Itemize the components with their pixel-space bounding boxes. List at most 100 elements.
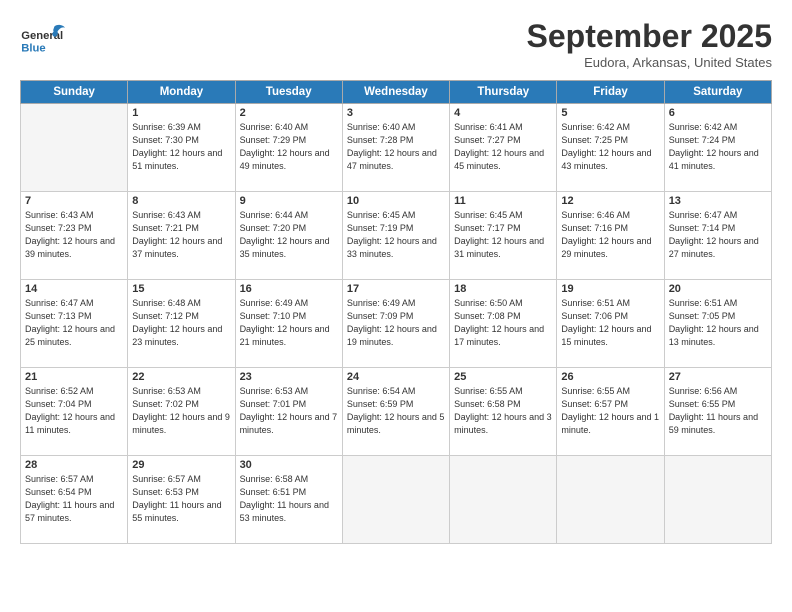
calendar-cell	[557, 456, 664, 544]
day-number: 4	[454, 107, 552, 119]
calendar-cell: 18 Sunrise: 6:50 AMSunset: 7:08 PMDayligh…	[450, 280, 557, 368]
day-number: 18	[454, 283, 552, 295]
daylight-label: Daylight: 12 hours and 49 minutes.	[240, 148, 330, 171]
day-info: Sunrise: 6:49 AMSunset: 7:10 PMDaylight:…	[240, 297, 338, 349]
sunset-text: Sunset: 7:27 PM	[454, 135, 521, 145]
daylight-label: Daylight: 12 hours and 35 minutes.	[240, 236, 330, 259]
calendar-cell: 4Sunrise: 6:41 AMSunset: 7:27 PMDaylight…	[450, 104, 557, 192]
daylight-label: Daylight: 12 hours and 9 minutes.	[132, 412, 230, 435]
day-info: Sunrise: 6:39 AMSunset: 7:30 PMDaylight:…	[132, 121, 230, 173]
day-number: 5	[561, 107, 659, 119]
day-info: Sunrise: 6:51 AMSunset: 7:06 PMDaylight:…	[561, 297, 659, 349]
sunrise-text: Sunrise: 6:45 AM	[454, 210, 523, 220]
day-info: Sunrise: 6:40 AMSunset: 7:28 PMDaylight:…	[347, 121, 445, 173]
calendar-cell: 13 Sunrise: 6:47 AMSunset: 7:14 PMDayligh…	[664, 192, 771, 280]
col-friday: Friday	[557, 81, 664, 104]
sunrise-text: Sunrise: 6:43 AM	[25, 210, 94, 220]
day-number: 10	[347, 195, 445, 207]
calendar-cell: 16Sunrise: 6:49 AMSunset: 7:10 PMDayligh…	[235, 280, 342, 368]
sunrise-text: Sunrise: 6:45 AM	[347, 210, 416, 220]
calendar-cell: 17Sunrise: 6:49 AMSunset: 7:09 PMDayligh…	[342, 280, 449, 368]
calendar-week-row: 1 Sunrise: 6:39 AMSunset: 7:30 PMDaylight…	[21, 104, 772, 192]
calendar-week-row: 14Sunrise: 6:47 AMSunset: 7:13 PMDayligh…	[21, 280, 772, 368]
sunset-text: Sunset: 7:25 PM	[561, 135, 628, 145]
day-info: Sunrise: 6:55 AMSunset: 6:57 PMDaylight:…	[561, 385, 659, 437]
calendar-header-row: Sunday Monday Tuesday Wednesday Thursday…	[21, 81, 772, 104]
day-number: 27	[669, 371, 767, 383]
day-info: Sunrise: 6:51 AMSunset: 7:05 PMDaylight:…	[669, 297, 767, 349]
sunset-text: Sunset: 7:06 PM	[561, 311, 628, 321]
day-info: Sunrise: 6:56 AMSunset: 6:55 PMDaylight:…	[669, 385, 767, 437]
calendar-cell	[342, 456, 449, 544]
daylight-label: Daylight: 12 hours and 23 minutes.	[132, 324, 222, 347]
header: General Blue September 2025 Eudora, Arka…	[20, 18, 772, 70]
daylight-label: Daylight: 11 hours and 53 minutes.	[240, 500, 329, 523]
day-info: Sunrise: 6:50 AMSunset: 7:08 PMDaylight:…	[454, 297, 552, 349]
day-number: 29	[132, 459, 230, 471]
daylight-label: Daylight: 12 hours and 31 minutes.	[454, 236, 544, 259]
sunset-text: Sunset: 7:16 PM	[561, 223, 628, 233]
day-info: Sunrise: 6:42 AMSunset: 7:25 PMDaylight:…	[561, 121, 659, 173]
daylight-label: Daylight: 12 hours and 37 minutes.	[132, 236, 222, 259]
daylight-label: Daylight: 12 hours and 13 minutes.	[669, 324, 759, 347]
sunset-text: Sunset: 7:20 PM	[240, 223, 307, 233]
calendar-cell: 9Sunrise: 6:44 AMSunset: 7:20 PMDaylight…	[235, 192, 342, 280]
svg-text:Blue: Blue	[21, 43, 45, 55]
sunrise-text: Sunrise: 6:57 AM	[132, 474, 201, 484]
sunrise-text: Sunrise: 6:53 AM	[240, 386, 309, 396]
calendar-week-row: 7Sunrise: 6:43 AMSunset: 7:23 PMDaylight…	[21, 192, 772, 280]
page: General Blue September 2025 Eudora, Arka…	[0, 0, 792, 612]
daylight-label: Daylight: 12 hours and 5 minutes.	[347, 412, 445, 435]
col-wednesday: Wednesday	[342, 81, 449, 104]
sunset-text: Sunset: 6:58 PM	[454, 399, 521, 409]
day-number: 13	[669, 195, 767, 207]
day-number: 24	[347, 371, 445, 383]
day-info: Sunrise: 6:42 AMSunset: 7:24 PMDaylight:…	[669, 121, 767, 173]
day-info: Sunrise: 6:57 AMSunset: 6:54 PMDaylight:…	[25, 473, 123, 525]
sunset-text: Sunset: 7:24 PM	[669, 135, 736, 145]
calendar-cell: 5 Sunrise: 6:42 AMSunset: 7:25 PMDaylight…	[557, 104, 664, 192]
day-number: 22	[132, 371, 230, 383]
day-number: 28	[25, 459, 123, 471]
calendar-cell: 15Sunrise: 6:48 AMSunset: 7:12 PMDayligh…	[128, 280, 235, 368]
calendar-cell	[450, 456, 557, 544]
day-info: Sunrise: 6:43 AMSunset: 7:23 PMDaylight:…	[25, 209, 123, 261]
sunrise-text: Sunrise: 6:56 AM	[669, 386, 738, 396]
sunset-text: Sunset: 7:02 PM	[132, 399, 199, 409]
sunset-text: Sunset: 6:53 PM	[132, 487, 199, 497]
sunset-text: Sunset: 7:17 PM	[454, 223, 521, 233]
day-number: 3	[347, 107, 445, 119]
day-number: 2	[240, 107, 338, 119]
calendar-cell: 10Sunrise: 6:45 AMSunset: 7:19 PMDayligh…	[342, 192, 449, 280]
daylight-label: Daylight: 12 hours and 21 minutes.	[240, 324, 330, 347]
calendar-cell: 30Sunrise: 6:58 AMSunset: 6:51 PMDayligh…	[235, 456, 342, 544]
daylight-label: Daylight: 12 hours and 25 minutes.	[25, 324, 115, 347]
day-number: 8	[132, 195, 230, 207]
sunrise-text: Sunrise: 6:44 AM	[240, 210, 309, 220]
sunset-text: Sunset: 7:28 PM	[347, 135, 414, 145]
sunrise-text: Sunrise: 6:51 AM	[669, 298, 738, 308]
day-number: 23	[240, 371, 338, 383]
daylight-label: Daylight: 12 hours and 11 minutes.	[25, 412, 115, 435]
day-number: 25	[454, 371, 552, 383]
day-info: Sunrise: 6:43 AMSunset: 7:21 PMDaylight:…	[132, 209, 230, 261]
day-info: Sunrise: 6:58 AMSunset: 6:51 PMDaylight:…	[240, 473, 338, 525]
day-number: 1	[132, 107, 230, 119]
calendar-cell	[664, 456, 771, 544]
logo-icon: General Blue	[20, 18, 70, 60]
day-info: Sunrise: 6:47 AMSunset: 7:14 PMDaylight:…	[669, 209, 767, 261]
sunrise-text: Sunrise: 6:55 AM	[454, 386, 523, 396]
calendar-cell	[21, 104, 128, 192]
calendar-cell: 19Sunrise: 6:51 AMSunset: 7:06 PMDayligh…	[557, 280, 664, 368]
day-info: Sunrise: 6:57 AMSunset: 6:53 PMDaylight:…	[132, 473, 230, 525]
day-number: 11	[454, 195, 552, 207]
daylight-label: Daylight: 12 hours and 29 minutes.	[561, 236, 651, 259]
calendar-cell: 3 Sunrise: 6:40 AMSunset: 7:28 PMDaylight…	[342, 104, 449, 192]
sunrise-text: Sunrise: 6:53 AM	[132, 386, 201, 396]
calendar-table: Sunday Monday Tuesday Wednesday Thursday…	[20, 80, 772, 544]
subtitle: Eudora, Arkansas, United States	[527, 55, 772, 70]
sunrise-text: Sunrise: 6:57 AM	[25, 474, 94, 484]
calendar-cell: 27 Sunrise: 6:56 AMSunset: 6:55 PMDayligh…	[664, 368, 771, 456]
day-info: Sunrise: 6:44 AM Sunset: 7:20 PM Daylight:…	[240, 209, 338, 261]
month-title: September 2025	[527, 18, 772, 55]
